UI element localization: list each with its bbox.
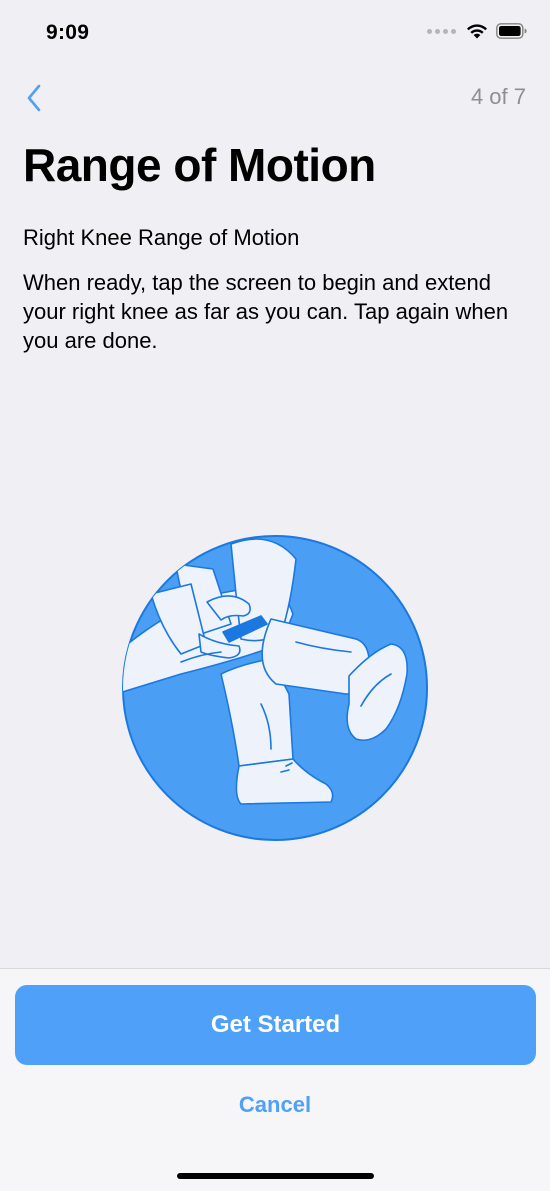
- signal-dots-icon: [427, 28, 456, 34]
- task-subtitle: Right Knee Range of Motion: [23, 225, 300, 250]
- status-bar: 9:09: [0, 0, 550, 70]
- battery-icon: [496, 23, 527, 39]
- task-description: When ready, tap the screen to begin and …: [23, 270, 509, 353]
- status-icons: [427, 23, 528, 39]
- knee-extension-illustration: [121, 534, 429, 842]
- footer: Get Started Cancel: [0, 968, 550, 1191]
- page-title: Range of Motion: [23, 139, 376, 191]
- status-time: 9:09: [46, 21, 90, 44]
- navigation-bar: 4 of 7: [0, 78, 550, 118]
- home-indicator: [177, 1173, 374, 1179]
- wifi-icon: [467, 24, 487, 39]
- back-button[interactable]: [14, 78, 54, 118]
- step-indicator: 4 of 7: [470, 84, 526, 109]
- get-started-button[interactable]: Get Started: [15, 985, 536, 1065]
- cancel-button[interactable]: Cancel: [175, 1087, 375, 1123]
- chevron-left-icon: [27, 84, 41, 112]
